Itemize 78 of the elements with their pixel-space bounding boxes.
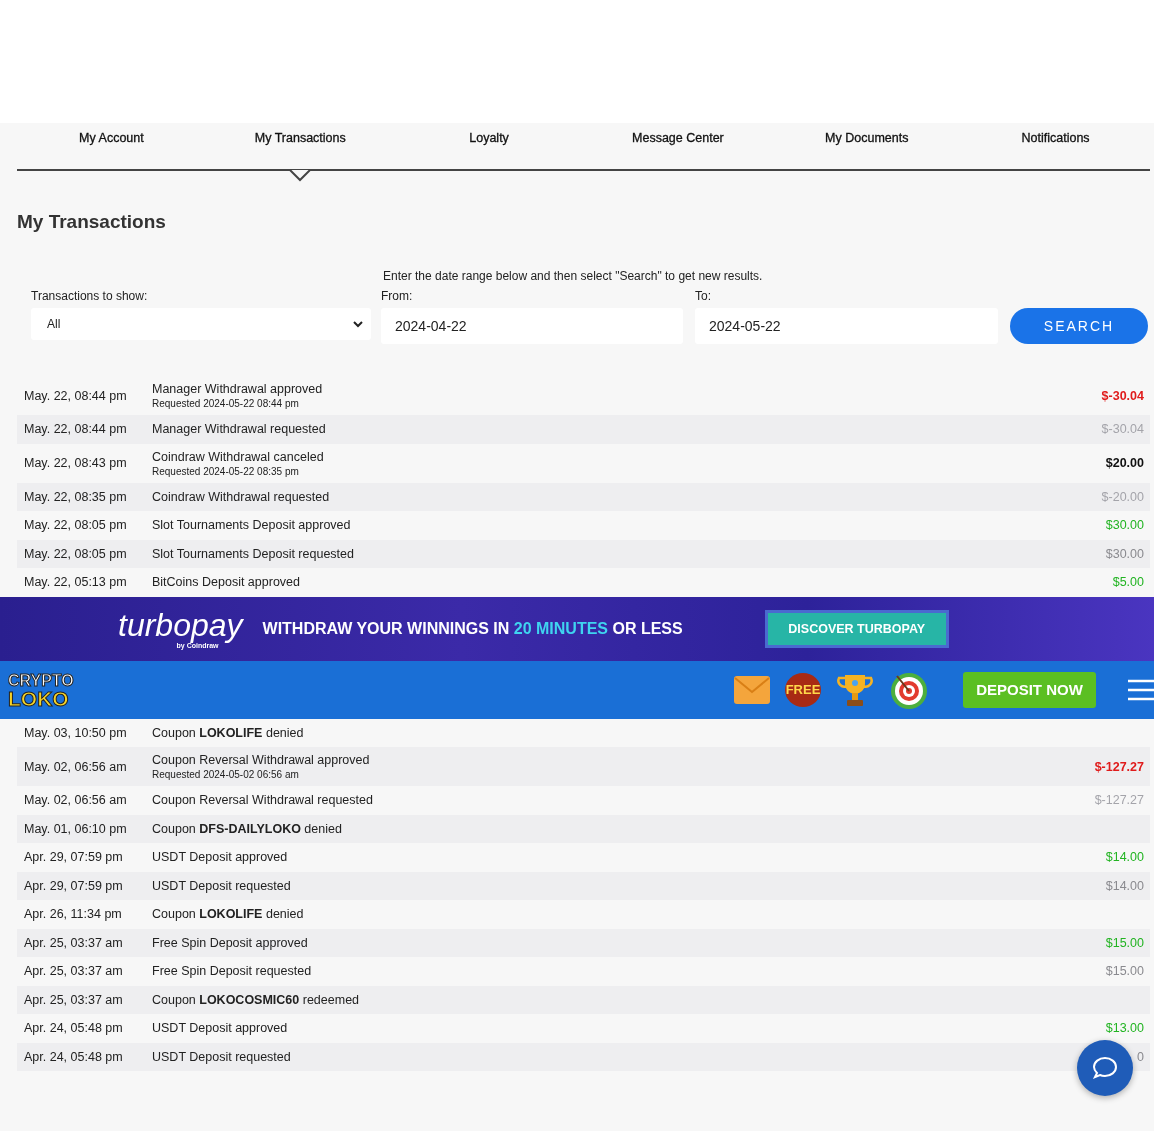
chevron-down-icon: [353, 320, 363, 328]
transaction-date: Apr. 29, 07:59 pm: [24, 878, 124, 893]
transaction-date: Apr. 25, 03:37 am: [24, 964, 124, 979]
transaction-description: Slot Tournaments Deposit requested: [152, 546, 355, 561]
transaction-description: Coupon DFS-DAILYLOKO denied: [152, 821, 343, 836]
tab[interactable]: Message Center: [583, 123, 773, 183]
tab[interactable]: My Transactions: [205, 123, 395, 183]
transaction-date: Apr. 26, 11:34 pm: [24, 907, 123, 922]
transaction-description: USDT Deposit requested: [152, 878, 292, 893]
promo-headline: WITHDRAW YOUR WINNINGS IN 20 MINUTES OR LESS: [262, 619, 683, 638]
transaction-amount: $20.00: [1105, 456, 1144, 470]
transaction-description: USDT Deposit requested: [152, 1049, 292, 1064]
search-button[interactable]: SEARCH: [1010, 308, 1148, 344]
transaction-date: Apr. 25, 03:37 am: [24, 992, 124, 1007]
tab[interactable]: My Account: [17, 123, 206, 183]
transaction-date: May. 02, 06:56 am: [24, 793, 128, 808]
transaction-description: USDT Deposit approved: [152, 1021, 289, 1036]
transaction-date: May. 01, 06:10 pm: [24, 821, 128, 836]
transaction-amount: $5.00: [1112, 575, 1144, 590]
transaction-amount: $-20.00: [1101, 489, 1144, 504]
transaction-description: Coindraw Withdrawal canceled: [152, 449, 325, 464]
transaction-amount: $14.00: [1105, 850, 1144, 865]
field-label: From:: [381, 289, 414, 303]
transaction-date: Apr. 24, 05:48 pm: [24, 1049, 124, 1064]
free-spins-icon[interactable]: FREE: [785, 672, 821, 707]
transaction-amount: $13.00: [1105, 1021, 1144, 1036]
transaction-description: BitCoins Deposit approved: [152, 575, 301, 590]
chat-icon: [1092, 1056, 1118, 1080]
brand-logo: turbopay: [118, 608, 243, 642]
request-time: Requested 2024-05-22 08:44 pm: [152, 398, 300, 409]
request-time: Requested 2024-05-02 06:56 am: [152, 769, 300, 780]
transaction-description: Free Spin Deposit approved: [152, 935, 309, 950]
from-date-field[interactable]: 2024-04-22: [381, 308, 683, 344]
transaction-description: Coupon LOKOLIFE denied: [152, 907, 305, 922]
transaction-description: Coupon Reversal Withdrawal approved: [152, 753, 371, 767]
transaction-amount: $14.00: [1105, 878, 1144, 893]
field-label: Transactions to show:: [31, 289, 149, 303]
transaction-date: Apr. 29, 07:59 pm: [24, 850, 124, 865]
transaction-type-dropdown[interactable]: All: [31, 308, 371, 340]
transaction-description: Free Spin Deposit requested: [152, 964, 313, 979]
transaction-date: May. 22, 08:44 pm: [24, 388, 128, 403]
transaction-description: Manager Withdrawal requested: [152, 422, 327, 437]
transaction-description: Coindraw Withdrawal requested: [152, 489, 331, 504]
menu-icon[interactable]: [1128, 678, 1154, 701]
transaction-amount: $15.00: [1105, 964, 1144, 979]
transaction-date: Apr. 24, 05:48 pm: [24, 1021, 124, 1036]
transaction-description: Coupon LOKOCOSMIC60 redeemed: [152, 992, 361, 1007]
transaction-amount: $-127.27: [1094, 793, 1144, 808]
transaction-description: Coupon LOKOLIFE denied: [152, 725, 305, 740]
field-label: To:: [695, 289, 712, 303]
transaction-amount: $30.00: [1105, 546, 1144, 561]
transaction-description: Slot Tournaments Deposit approved: [152, 518, 352, 533]
page-title: My Transactions: [17, 211, 167, 234]
to-date-field[interactable]: 2024-05-22: [695, 308, 998, 344]
transaction-date: Apr. 25, 03:37 am: [24, 935, 124, 950]
transaction-date: May. 22, 08:44 pm: [24, 422, 128, 437]
transaction-date: May. 22, 08:43 pm: [24, 456, 128, 470]
tab[interactable]: Loyalty: [394, 123, 584, 183]
transaction-amount: $-30.04: [1101, 422, 1144, 437]
tab[interactable]: My Documents: [772, 123, 962, 183]
instruction-text: Enter the date range below and then select "Search" to get new results.: [383, 269, 763, 283]
transaction-date: May. 03, 10:50 pm: [24, 725, 128, 740]
transaction-description: USDT Deposit approved: [152, 850, 289, 865]
request-time: Requested 2024-05-22 08:35 pm: [152, 465, 300, 477]
transaction-amount: $-127.27: [1094, 759, 1144, 774]
transaction-amount: $15.00: [1105, 935, 1144, 950]
chat-button[interactable]: [1077, 1040, 1133, 1096]
transaction-description: Manager Withdrawal approved: [152, 382, 324, 396]
transaction-amount: $-30.04: [1101, 388, 1144, 403]
transaction-date: May. 22, 08:35 pm: [24, 489, 128, 504]
transaction-description: Coupon Reversal Withdrawal requested: [152, 793, 374, 808]
transaction-amount: 0: [1137, 1049, 1144, 1064]
tab[interactable]: Notifications: [961, 123, 1150, 183]
transaction-date: May. 02, 06:56 am: [24, 759, 128, 774]
transaction-date: May. 22, 08:05 pm: [24, 518, 128, 533]
transaction-date: May. 22, 05:13 pm: [24, 575, 128, 590]
transaction-date: May. 22, 08:05 pm: [24, 546, 128, 561]
transaction-amount: $30.00: [1105, 518, 1144, 533]
